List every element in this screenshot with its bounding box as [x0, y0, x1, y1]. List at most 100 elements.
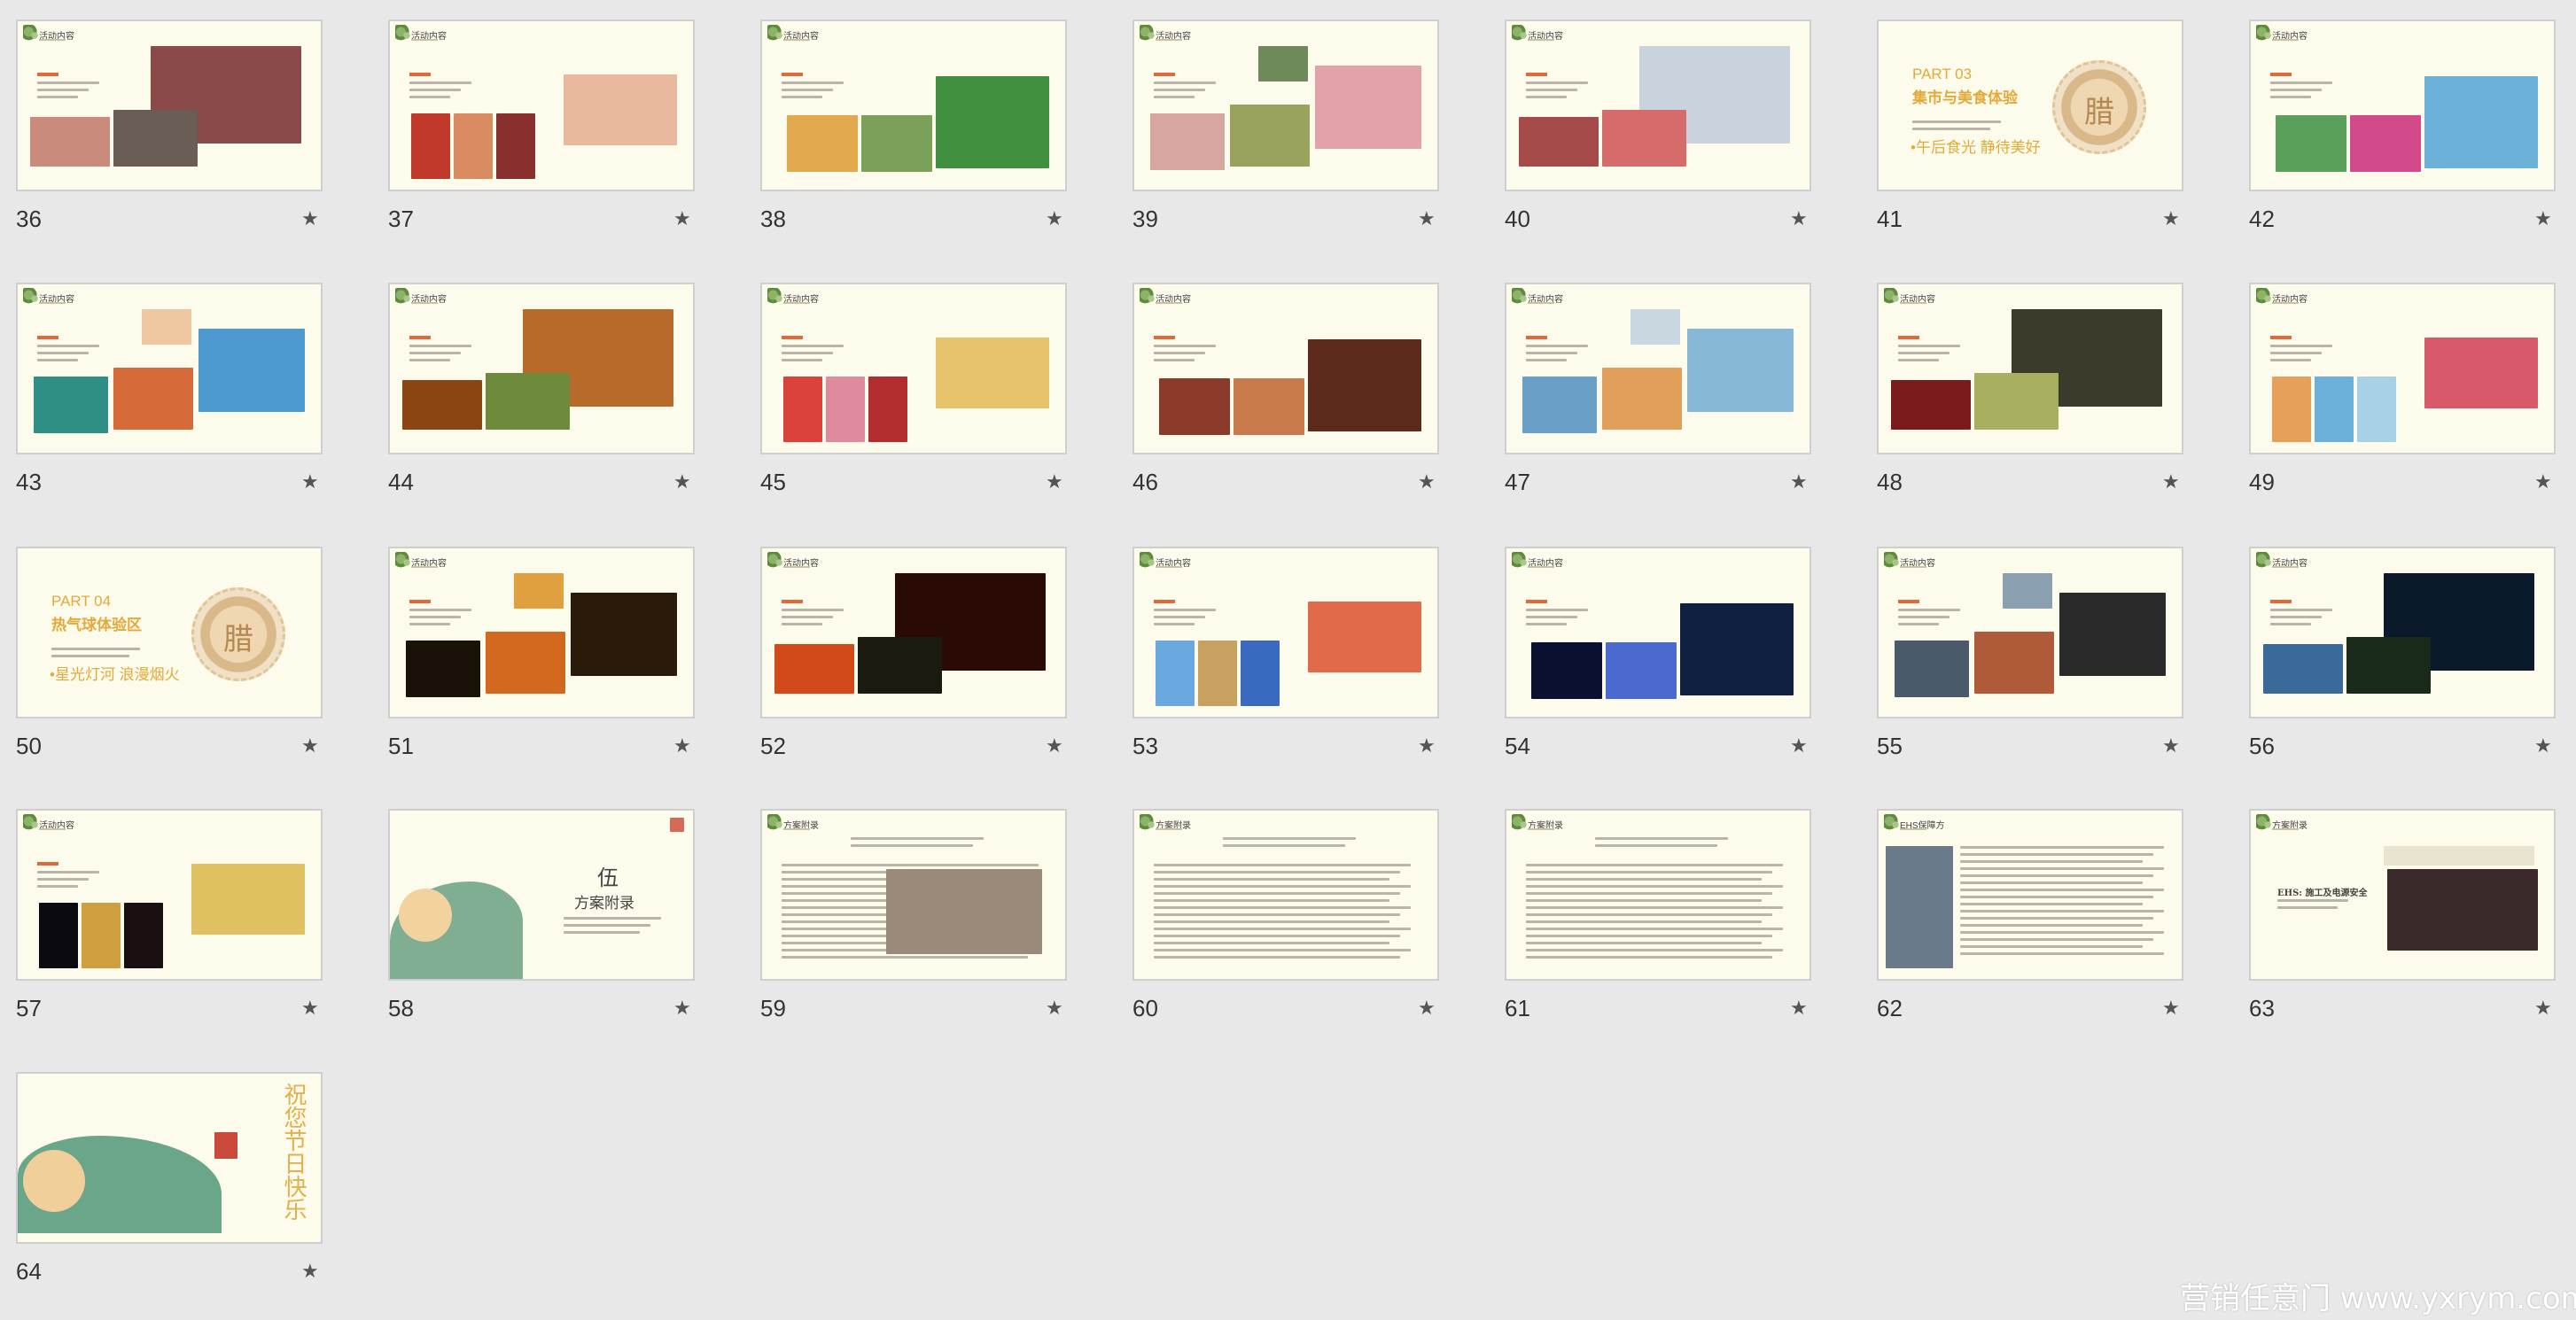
star-icon[interactable]: ★ [2534, 472, 2552, 492]
leaf-icon [395, 25, 411, 43]
slide-thumbnail[interactable]: 活动内容 [760, 19, 1067, 191]
star-icon[interactable]: ★ [1790, 472, 1808, 492]
star-icon[interactable]: ★ [2534, 998, 2552, 1018]
text-line [1526, 906, 1783, 909]
star-icon[interactable]: ★ [1418, 998, 1436, 1018]
slide-thumbnail[interactable]: 伍方案附录 [388, 809, 695, 981]
text-line [409, 96, 450, 98]
text-line [2270, 352, 2322, 354]
text-line [1526, 885, 1783, 888]
star-icon[interactable]: ★ [2162, 472, 2180, 492]
photo [1886, 846, 1953, 968]
slide-thumbnail[interactable]: 活动内容 [2249, 283, 2556, 454]
slide-thumbnail[interactable]: PART 04 热气球体验区 •星光灯河 浪漫烟火 腊 [16, 547, 323, 718]
slide-thumbnail[interactable]: PART 03 集市与美食体验 •午后食光 静待美好 腊 [1877, 19, 2183, 191]
text-line [782, 616, 833, 618]
section-label [782, 73, 803, 76]
slide-thumbnail[interactable]: 活动内容 [16, 283, 323, 454]
slide-thumbnail[interactable]: 方案附录 [760, 809, 1067, 981]
star-icon[interactable]: ★ [301, 1262, 319, 1281]
photo [1241, 641, 1280, 706]
slide-thumbnail[interactable]: 活动内容 [16, 809, 323, 981]
slide-number: 56 [2249, 733, 2275, 759]
part-headline: 集市与美食体验 [1912, 89, 2018, 106]
medal-icon: 腊 [2052, 60, 2146, 154]
star-icon[interactable]: ★ [301, 472, 319, 492]
star-icon[interactable]: ★ [673, 472, 691, 492]
star-icon[interactable]: ★ [2162, 209, 2180, 229]
leaf-icon [1140, 814, 1156, 832]
slide-thumbnail[interactable]: 活动内容 [760, 547, 1067, 718]
star-icon[interactable]: ★ [1790, 998, 1808, 1018]
medal-character: 腊 [2084, 95, 2114, 130]
slide-thumbnail[interactable]: 活动内容 [388, 19, 695, 191]
star-icon[interactable]: ★ [1046, 998, 1063, 1018]
star-icon[interactable]: ★ [1046, 209, 1063, 229]
text-line [1960, 881, 2143, 884]
star-icon[interactable]: ★ [1046, 736, 1063, 756]
slide-thumbnail[interactable]: 活动内容 [1505, 283, 1811, 454]
text-line [2270, 345, 2332, 347]
slide-cell: 方案附录 61 ★ [1505, 809, 1815, 1021]
slide-number: 37 [388, 206, 414, 232]
slide-thumbnail[interactable]: 活动内容 [388, 547, 695, 718]
header-underline [2272, 828, 2299, 830]
header-underline [1900, 302, 1926, 304]
photo [1198, 641, 1237, 706]
medal-character: 腊 [223, 622, 253, 657]
slide-thumbnail[interactable]: 活动内容 [2249, 547, 2556, 718]
photo [198, 329, 305, 412]
text-line [1526, 899, 1762, 902]
slide-thumbnail[interactable]: 方案附录 [1505, 809, 1811, 981]
text-line [2270, 616, 2322, 618]
star-icon[interactable]: ★ [301, 998, 319, 1018]
text-line [1154, 89, 1205, 91]
star-icon[interactable]: ★ [2534, 736, 2552, 756]
star-icon[interactable]: ★ [1046, 472, 1063, 492]
photo [486, 632, 565, 694]
slide-thumbnail[interactable]: 活动内容 [1505, 547, 1811, 718]
slide-thumbnail[interactable]: 活动内容 [1132, 547, 1439, 718]
slide-thumbnail[interactable]: 祝您节日快乐 [16, 1072, 323, 1244]
slide-thumbnail[interactable]: 活动内容 [1877, 547, 2183, 718]
leaf-icon [23, 25, 39, 43]
photo [1974, 632, 2054, 694]
slide-thumbnail[interactable]: 活动内容 [1505, 19, 1811, 191]
leaf-icon [1140, 288, 1156, 306]
star-icon[interactable]: ★ [1790, 736, 1808, 756]
text-line [1526, 616, 1577, 618]
header-underline [411, 302, 438, 304]
slide-thumbnail[interactable]: 活动内容 [1132, 19, 1439, 191]
photo [1159, 378, 1230, 435]
header-underline [39, 302, 66, 304]
slide-thumbnail[interactable]: EHS保障方 [1877, 809, 2183, 981]
slide-thumbnail[interactable]: 方案附录 [1132, 809, 1439, 981]
header-underline [1156, 828, 1182, 830]
star-icon[interactable]: ★ [673, 209, 691, 229]
section-label [782, 600, 803, 603]
slide-thumbnail[interactable]: 活动内容 [1877, 283, 2183, 454]
photo [826, 377, 865, 442]
slide-thumbnail[interactable]: 活动内容 [760, 283, 1067, 454]
star-icon[interactable]: ★ [1418, 209, 1436, 229]
star-icon[interactable]: ★ [2162, 736, 2180, 756]
star-icon[interactable]: ★ [2534, 209, 2552, 229]
slide-number: 51 [388, 733, 414, 759]
slide-thumbnail[interactable]: 方案附录 EHS: 施工及电源安全 [2249, 809, 2556, 981]
star-icon[interactable]: ★ [1790, 209, 1808, 229]
slide-thumbnail[interactable]: 活动内容 [1132, 283, 1439, 454]
slide-thumbnail[interactable]: 活动内容 [16, 19, 323, 191]
star-icon[interactable]: ★ [301, 736, 319, 756]
star-icon[interactable]: ★ [673, 736, 691, 756]
slide-thumbnail[interactable]: 活动内容 [2249, 19, 2556, 191]
star-icon[interactable]: ★ [1418, 472, 1436, 492]
slide-cell: 活动内容 51 ★ [388, 547, 698, 759]
text-line [1154, 345, 1216, 347]
star-icon[interactable]: ★ [1418, 736, 1436, 756]
text-line [782, 96, 822, 98]
star-icon[interactable]: ★ [2162, 998, 2180, 1018]
slide-thumbnail[interactable]: 活动内容 [388, 283, 695, 454]
star-icon[interactable]: ★ [301, 209, 319, 229]
text-line [409, 89, 461, 91]
star-icon[interactable]: ★ [673, 998, 691, 1018]
